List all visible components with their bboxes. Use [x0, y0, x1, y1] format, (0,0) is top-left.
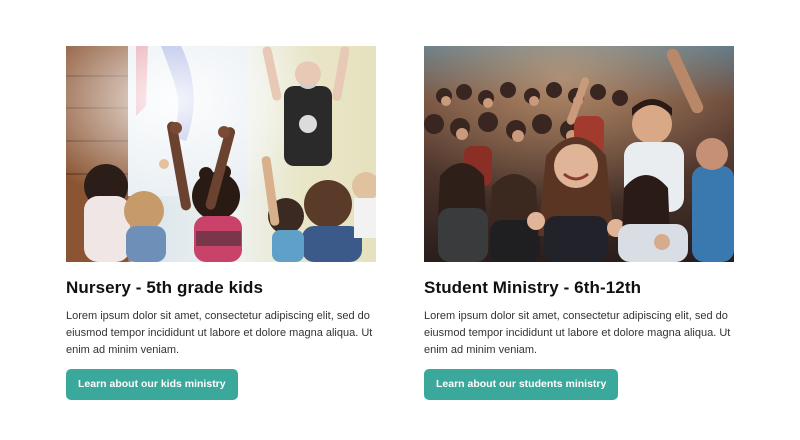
student-ministry-photo: [424, 46, 734, 262]
student-ministry-card: Student Ministry - 6th-12th Lorem ipsum …: [424, 46, 734, 400]
ministries-section: Nursery - 5th grade kids Lorem ipsum dol…: [0, 0, 800, 440]
card-title: Student Ministry - 6th-12th: [424, 278, 642, 297]
card-description: Lorem ipsum dolor sit amet, consectetur …: [424, 310, 731, 356]
card-description: Lorem ipsum dolor sit amet, consectetur …: [66, 310, 373, 356]
learn-students-ministry-button[interactable]: Learn about our students ministry: [424, 369, 619, 400]
learn-kids-ministry-button[interactable]: Learn about our kids ministry: [66, 369, 238, 400]
kids-ministry-card: Nursery - 5th grade kids Lorem ipsum dol…: [66, 46, 376, 400]
card-title: Nursery - 5th grade kids: [66, 278, 264, 297]
kids-ministry-photo: [66, 46, 376, 262]
